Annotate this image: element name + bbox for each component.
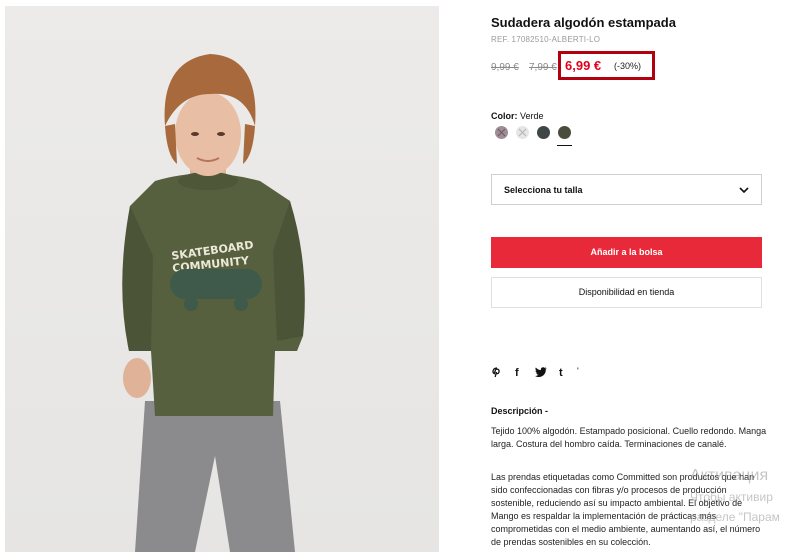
original-price: 9,99 € [491, 62, 519, 73]
color-swatch-green[interactable] [558, 126, 571, 139]
product-title: Sudadera algodón estampada [491, 15, 676, 30]
size-select-placeholder: Selecciona tu talla [504, 185, 583, 195]
pinterest-icon[interactable] [492, 367, 502, 381]
product-photo-illustration: SKATEBOARD COMMUNITY [122, 54, 305, 552]
store-availability-button[interactable]: Disponibilidad en tienda [491, 277, 762, 308]
size-select[interactable]: Selecciona tu talla [491, 174, 762, 205]
add-to-bag-button[interactable]: Añadir a la bolsa [491, 237, 762, 268]
selected-swatch-indicator [557, 145, 572, 146]
description-heading[interactable]: Descripción - [491, 406, 548, 416]
sale-price: 6,99 € [565, 58, 602, 73]
facebook-icon[interactable]: f [515, 367, 519, 379]
product-image[interactable]: SKATEBOARD COMMUNITY [5, 6, 439, 552]
share-more-icon[interactable]: ' [577, 366, 579, 376]
committed-paragraph: Las prendas etiquetadas como Committed s… [491, 472, 761, 547]
color-value: Verde [520, 111, 544, 121]
product-reference: REF. 17082510-ALBERTI-LO [491, 35, 601, 44]
color-swatch-light-grey[interactable] [516, 126, 529, 139]
tumblr-icon[interactable]: t [559, 367, 563, 379]
description-paragraph: Tejido 100% algodón. Estampado posiciona… [491, 426, 767, 449]
twitter-icon[interactable] [535, 367, 547, 380]
chevron-down-icon [739, 187, 749, 194]
color-swatch-dark-grey[interactable] [537, 126, 550, 139]
unavailable-cross-icon [497, 128, 506, 137]
unavailable-cross-icon [518, 128, 527, 137]
color-label-title: Color: [491, 111, 518, 121]
discount-badge: (-30%) [614, 61, 642, 71]
previous-price: 7,99 € [529, 62, 557, 73]
color-swatch-mauve[interactable] [495, 126, 508, 139]
color-label: Color: Verde [491, 111, 544, 121]
